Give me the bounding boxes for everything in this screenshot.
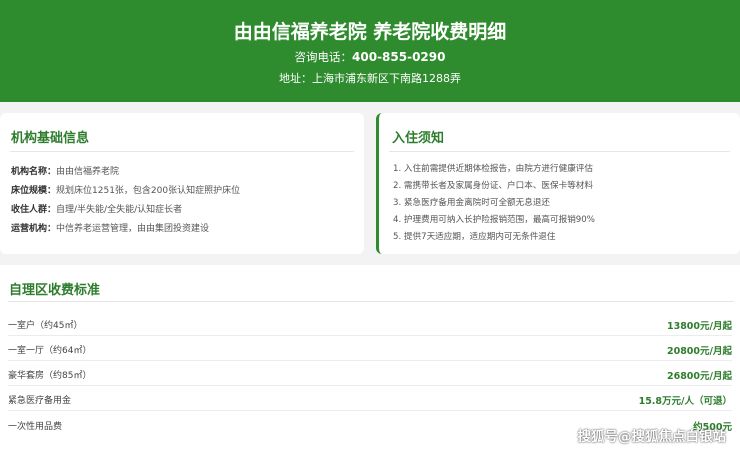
fee-name: 一室一厅（约64㎡） — [8, 346, 92, 356]
notice-item: 2. 需携带长者及家属身份证、户口本、医保卡等材料 — [393, 181, 593, 191]
fee-row: 一室户（约45㎡） 13800元/月起 — [8, 311, 732, 336]
fee-price: 15.8万元/人（可退） — [638, 396, 732, 407]
contact-phone: 咨询电话：400-855-0290 — [0, 49, 740, 65]
fee-section: 自理区收费标准 一室户（约45㎡） 13800元/月起 一室一厅（约64㎡） 2… — [0, 265, 740, 451]
notice-item: 5. 提供7天适应期，适应期内可无条件退住 — [393, 232, 556, 242]
fee-row: 一室一厅（约64㎡） 20800元/月起 — [8, 336, 732, 361]
fee-name: 紧急医疗备用金 — [8, 396, 72, 406]
info-value: 自理/半失能/全失能/认知症长者 — [56, 205, 183, 215]
fee-price: 26800元/月起 — [666, 371, 732, 382]
info-key: 床位规模： — [11, 186, 57, 196]
notice-item: 1. 入住前需提供近期体检报告，由院方进行健康评估 — [393, 164, 593, 174]
info-row: 床位规模：规划床位1251张，包含200张认知症照护床位 — [11, 183, 240, 196]
page-title: 由由信福养老院 养老院收费明细 — [233, 21, 507, 43]
info-key: 机构名称： — [11, 167, 57, 177]
fee-row: 紧急医疗备用金 15.8万元/人（可退） — [8, 386, 732, 411]
fee-price: 13800元/月起 — [666, 321, 732, 332]
info-row: 运营机构：中信养老运营管理，由由集团投资建设 — [11, 221, 209, 234]
basic-info-card: 机构基础信息 机构名称：由由信福养老院 床位规模：规划床位1251张，包含200… — [0, 113, 364, 254]
notice-item: 4. 护理费用可纳入长护险报销范围，最高可报销90% — [393, 215, 595, 225]
watermark: 搜狐号@搜狐焦点白银站 — [577, 429, 727, 445]
fee-name: 一次性用品费 — [8, 422, 63, 432]
page-header: 由由信福养老院 养老院收费明细 咨询电话：400-855-0290 地址：上海市… — [0, 0, 740, 102]
fee-row: 豪华套房（约85㎡） 26800元/月起 — [8, 361, 732, 386]
divider — [10, 151, 354, 152]
fee-section-title: 自理区收费标准 — [9, 283, 101, 298]
phone-number[interactable]: 400-855-0290 — [352, 50, 445, 64]
divider — [8, 301, 734, 302]
info-value: 规划床位1251张，包含200张认知症照护床位 — [56, 186, 241, 196]
fee-name: 一室户（约45㎡） — [8, 321, 83, 331]
info-value: 中信养老运营管理，由由集团投资建设 — [56, 224, 210, 234]
notice-title: 入住须知 — [392, 131, 445, 146]
info-row: 收住人群：自理/半失能/全失能/认知症长者 — [11, 202, 182, 215]
fee-name: 豪华套房（约85㎡） — [8, 371, 92, 381]
notice-card: 入住须知 1. 入住前需提供近期体检报告，由院方进行健康评估 2. 需携带长者及… — [376, 113, 740, 254]
address: 地址：上海市浦东新区下南路1288弄 — [279, 72, 461, 85]
fee-price: 20800元/月起 — [666, 346, 732, 357]
notice-item: 3. 紧急医疗备用金离院时可全额无息退还 — [393, 198, 551, 208]
basic-info-title: 机构基础信息 — [11, 131, 90, 146]
info-key: 收住人群： — [11, 205, 57, 215]
info-row: 机构名称：由由信福养老院 — [11, 164, 119, 177]
info-value: 由由信福养老院 — [56, 167, 120, 177]
info-key: 运营机构： — [11, 224, 57, 234]
divider — [389, 151, 730, 152]
phone-label: 咨询电话： — [294, 50, 353, 64]
